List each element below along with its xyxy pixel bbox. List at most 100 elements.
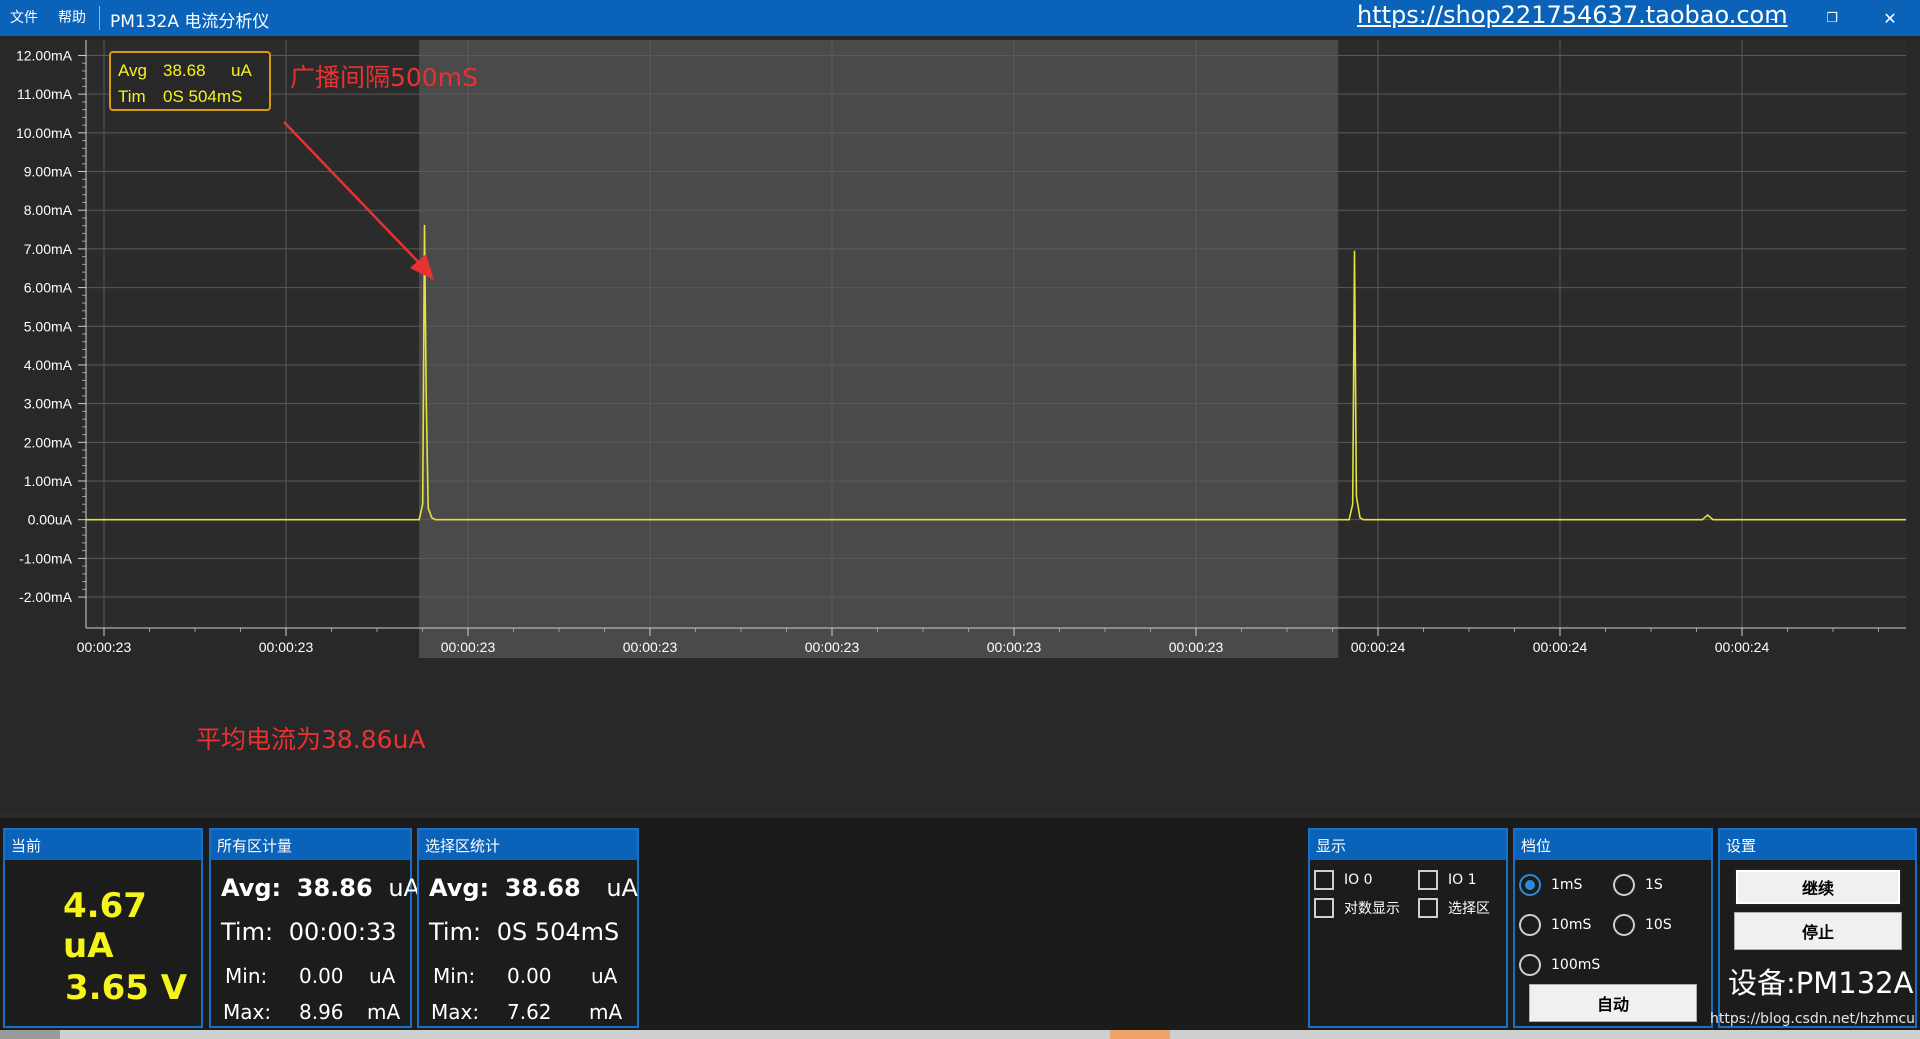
range-box: 档位 1mS 1S 10mS 10S 100mS 自动 [1513,828,1713,1028]
y-tick-label: 5.00mA [24,318,73,334]
x-tick-label: 00:00:24 [1351,639,1406,655]
range-10ms-radio[interactable]: 10mS [1519,914,1591,936]
all-stats-title: 所有区计量 [211,830,410,860]
bottom-strip [0,1030,1920,1039]
range-title: 档位 [1515,830,1711,860]
range-10s-label: 10S [1645,917,1672,933]
radio-icon[interactable] [1613,874,1635,896]
menu-help[interactable]: 帮助 [58,7,86,27]
all-avg-label: Avg: [221,874,282,902]
sel-avg-value: 38.68 [504,874,581,902]
all-avg-value: 38.86 [296,874,373,902]
restore-icon[interactable]: ❐ [1812,4,1852,32]
current-value: 4.67 uA [63,886,147,966]
checkbox-icon[interactable] [1314,870,1334,890]
io0-checkbox[interactable]: IO 0 [1314,870,1373,890]
sel-min-label: Min: [433,964,476,988]
range-1ms-label: 1mS [1551,877,1583,893]
watermark: https://blog.csdn.net/hzhmcu [1710,1011,1916,1027]
current-box-title: 当前 [5,830,201,860]
io1-label: IO 1 [1448,872,1477,888]
all-max-label: Max: [223,1000,272,1024]
sel-min-unit: uA [591,964,618,988]
checkbox-icon[interactable] [1314,898,1334,918]
tooltip-avg-label: Avg [118,61,147,80]
x-tick-label: 00:00:23 [987,639,1042,655]
selection-stats-title: 选择区统计 [419,830,637,860]
x-tick-label: 00:00:24 [1715,639,1770,655]
checkbox-icon[interactable] [1418,898,1438,918]
y-tick-label: 11.00mA [17,86,73,102]
stop-button[interactable]: 停止 [1734,912,1902,950]
sel-max-label: Max: [431,1000,480,1024]
menu-file[interactable]: 文件 [10,7,38,27]
all-tim-value: 00:00:33 [288,918,397,946]
y-tick-label: 7.00mA [24,241,73,257]
all-min-unit: uA [369,964,396,988]
sel-tim-value: 0S 504mS [496,918,620,946]
all-stats-box: 所有区计量 Avg: 38.86 uA Tim: 00:00:33 Min: 0… [209,828,420,1028]
io1-checkbox[interactable]: IO 1 [1418,870,1477,890]
all-min-value: 0.00 [299,964,344,988]
sel-avg-row: Avg: 38.68 uA [429,874,638,902]
range-1ms-radio[interactable]: 1mS [1519,874,1582,896]
range-1s-radio[interactable]: 1S [1613,874,1663,896]
sel-tim-row: Tim: 0S 504mS [429,918,619,946]
device-label: 设备:PM132A [1728,966,1914,1000]
title-separator [99,6,100,30]
radio-selected-icon[interactable] [1519,874,1541,896]
shop-link[interactable]: https://shop221754637.taobao.com [1357,1,1788,29]
bottom-strip-segment [0,1030,60,1039]
y-tick-label: 12.00mA [16,47,73,63]
tooltip-tim-label: Tim [118,87,146,106]
radio-icon[interactable] [1519,954,1541,976]
selection-label: 选择区 [1448,901,1490,917]
minimize-icon[interactable]: – [1754,4,1794,32]
sel-tim-label: Tim: [429,918,482,946]
y-tick-label: 9.00mA [24,164,73,180]
tooltip-avg-unit: uA [231,61,252,80]
display-title: 显示 [1310,830,1506,860]
all-tim-label: Tim: [221,918,274,946]
x-tick-label: 00:00:23 [441,639,496,655]
y-tick-label: 0.00uA [28,512,73,528]
current-box: 当前 4.67 uA 3.65 V [3,828,203,1028]
checkbox-icon[interactable] [1418,870,1438,890]
y-tick-label: 8.00mA [24,202,73,218]
close-icon[interactable]: ✕ [1870,4,1910,32]
title-bar: 文件 帮助 PM132A 电流分析仪 https://shop221754637… [0,0,1920,36]
x-tick-label: 00:00:24 [1533,639,1588,655]
range-10s-radio[interactable]: 10S [1613,914,1672,936]
radio-icon[interactable] [1519,914,1541,936]
y-tick-label: 10.00mA [16,125,73,141]
all-min-label: Min: [225,964,268,988]
sel-avg-label: Avg: [429,874,490,902]
x-tick-label: 00:00:23 [259,639,314,655]
y-tick-label: 4.00mA [24,357,73,373]
x-tick-label: 00:00:23 [1169,639,1224,655]
bottom-strip-highlight [1110,1030,1170,1039]
all-max-value: 8.96 [299,1000,344,1024]
log-checkbox[interactable]: 对数显示 [1314,898,1400,918]
range-100ms-radio[interactable]: 100mS [1519,954,1600,976]
bottom-panel: 当前 4.67 uA 3.65 V 所有区计量 Avg: 38.86 uA Ti… [0,812,1920,1030]
annotation-average: 平均电流为38.86uA [196,725,426,754]
sel-max-value: 7.62 [507,1000,552,1024]
current-chart[interactable]: 12.00mA 11.00mA 10.00mA 9.00mA 8.00mA 7.00mA 6… [0,36,1920,812]
voltage-value: 3.65 V [65,968,188,1008]
sel-min-value: 0.00 [507,964,552,988]
chart-area[interactable]: 12.00mA 11.00mA 10.00mA 9.00mA 8.00mA 7.00mA 6… [0,36,1920,812]
y-tick-label: 1.00mA [24,473,73,489]
radio-icon[interactable] [1613,914,1635,936]
x-tick-label: 00:00:23 [623,639,678,655]
tooltip-avg-value: 38.68 [163,61,206,80]
range-1s-label: 1S [1645,877,1663,893]
tooltip-tim-value: 0S 504mS [163,87,242,106]
selection-checkbox[interactable]: 选择区 [1418,898,1490,918]
continue-button[interactable]: 继续 [1734,868,1902,906]
range-100ms-label: 100mS [1551,957,1601,973]
auto-button[interactable]: 自动 [1529,984,1697,1022]
y-tick-label: 2.00mA [24,434,73,450]
selection-stats-box: 选择区统计 Avg: 38.68 uA Tim: 0S 504mS Min: 0… [417,828,639,1028]
y-tick-label: -2.00mA [19,589,73,605]
